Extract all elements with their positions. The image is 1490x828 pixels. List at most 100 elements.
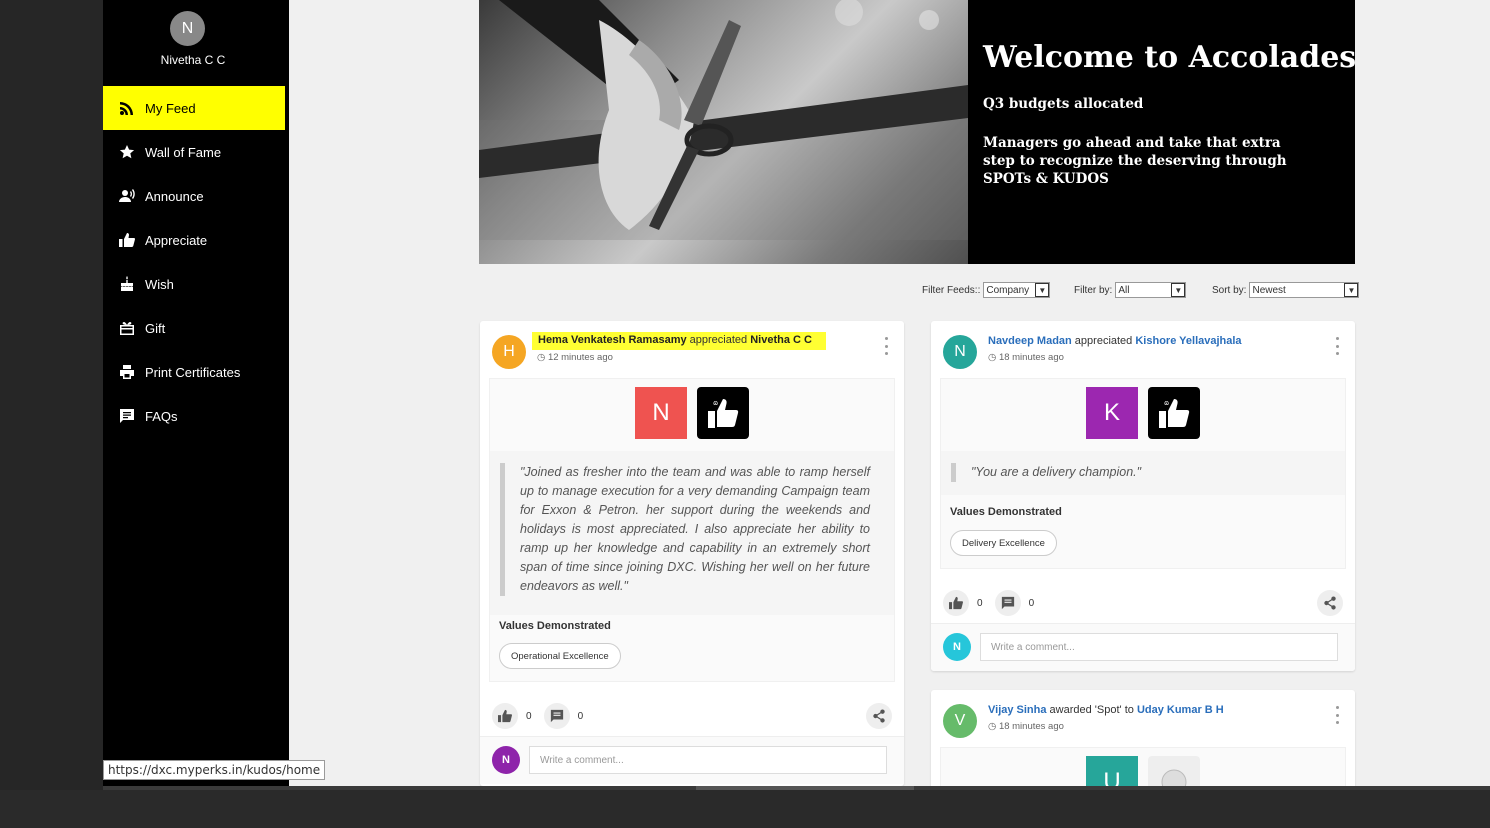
post-time: ◷ 18 minutes ago bbox=[988, 352, 1064, 363]
kudos-badge-icon: ɷ bbox=[697, 387, 749, 439]
share-icon bbox=[1324, 596, 1336, 610]
chevron-down-icon: ▼ bbox=[1035, 283, 1050, 297]
filter-feeds-label: Filter Feeds:: bbox=[922, 284, 981, 296]
sidebar-item-faqs[interactable]: FAQs bbox=[103, 394, 285, 438]
quote-area: "You are a delivery champion." bbox=[941, 451, 1345, 495]
sidebar-item-appreciate[interactable]: Appreciate bbox=[103, 218, 285, 262]
sidebar-item-label: Gift bbox=[145, 320, 166, 336]
left-margin bbox=[0, 0, 103, 790]
comment-icon bbox=[550, 709, 563, 723]
avatar[interactable]: H bbox=[492, 335, 526, 369]
target-link[interactable]: Kishore Yellavajhala bbox=[1135, 335, 1241, 347]
sidebar-item-my-feed[interactable]: My Feed bbox=[103, 86, 285, 130]
spot-award-icon bbox=[1148, 756, 1200, 786]
card-header: V Vijay Sinha awarded 'Spot' to Uday Kum… bbox=[943, 702, 1345, 742]
post-time: ◷ 18 minutes ago bbox=[988, 721, 1064, 732]
svg-text:ɷ: ɷ bbox=[713, 399, 718, 407]
thumbs-up-icon bbox=[498, 709, 512, 723]
svg-text:ɷ: ɷ bbox=[1164, 399, 1169, 407]
avatar[interactable]: V bbox=[943, 704, 977, 738]
comment-input[interactable]: Write a comment... bbox=[529, 746, 887, 774]
share-button[interactable] bbox=[1317, 590, 1343, 616]
card-header: N Navdeep Madan appreciated Kishore Yell… bbox=[943, 333, 1345, 373]
commenter-avatar: N bbox=[943, 633, 971, 661]
card-header: H Hema Venkatesh Ramasamy appreciated Ni… bbox=[492, 332, 894, 373]
sidebar-item-announce[interactable]: Announce bbox=[103, 174, 285, 218]
actor-link[interactable]: Hema Venkatesh Ramasamy bbox=[538, 334, 687, 346]
print-icon bbox=[118, 364, 136, 380]
ribbon-cutting-image bbox=[479, 0, 968, 264]
post-actions: 0 0 bbox=[943, 590, 1343, 616]
like-button[interactable] bbox=[943, 590, 969, 616]
filter-by-select[interactable]: All ▼ bbox=[1115, 282, 1187, 298]
post-headline: Hema Venkatesh Ramasamy appreciated Nive… bbox=[532, 332, 826, 350]
more-options-icon[interactable] bbox=[1331, 337, 1343, 355]
tiles-row: N ɷ bbox=[490, 387, 894, 441]
kudos-badge-icon: ɷ bbox=[1148, 387, 1200, 439]
sidebar-item-wish[interactable]: Wish bbox=[103, 262, 285, 306]
sidebar-item-label: My Feed bbox=[145, 100, 196, 116]
recipient-tile: U bbox=[1086, 756, 1138, 786]
appreciation-quote: "You are a delivery champion." bbox=[951, 463, 1321, 482]
sidebar-item-print-certificates[interactable]: Print Certificates bbox=[103, 350, 285, 394]
post-time: ◷ 12 minutes ago bbox=[537, 352, 613, 363]
appreciation-quote: "Joined as fresher into the team and was… bbox=[500, 463, 870, 596]
recipient-tile: K bbox=[1086, 387, 1138, 439]
comment-icon bbox=[1001, 596, 1014, 610]
scrollbar-thumb[interactable] bbox=[696, 786, 914, 790]
sidebar-item-label: Appreciate bbox=[145, 232, 208, 248]
browser-frame: N Nivetha C C My Feed Wall of Fame Annou… bbox=[0, 0, 1490, 828]
user-name: Nivetha C C bbox=[160, 53, 226, 67]
avatar[interactable]: N bbox=[943, 335, 977, 369]
sort-by-label: Sort by: bbox=[1212, 284, 1247, 296]
cake-icon bbox=[118, 276, 136, 292]
commenter-avatar: N bbox=[492, 746, 520, 774]
post-headline: Vijay Sinha awarded 'Spot' to Uday Kumar… bbox=[988, 704, 1224, 716]
share-button[interactable] bbox=[866, 703, 892, 729]
recipient-tile: N bbox=[635, 387, 687, 439]
star-icon bbox=[118, 144, 136, 160]
value-chip[interactable]: Operational Excellence bbox=[499, 643, 621, 669]
thumbs-up-icon bbox=[118, 232, 136, 248]
actor-link[interactable]: Vijay Sinha bbox=[988, 704, 1047, 716]
value-chip[interactable]: Delivery Excellence bbox=[950, 530, 1057, 556]
feed-card: H Hema Venkatesh Ramasamy appreciated Ni… bbox=[480, 321, 904, 786]
sort-by: Sort by: Newest ▼ bbox=[1212, 282, 1360, 298]
comment-row: N Write a comment... bbox=[480, 736, 904, 784]
target-link[interactable]: Nivetha C C bbox=[750, 334, 812, 346]
gift-icon bbox=[118, 320, 136, 336]
filter-feeds: Filter Feeds:: Company ▼ bbox=[922, 282, 1051, 298]
feed-card: N Navdeep Madan appreciated Kishore Yell… bbox=[931, 321, 1355, 671]
actor-link[interactable]: Navdeep Madan bbox=[988, 335, 1072, 347]
horizontal-scrollbar[interactable] bbox=[103, 786, 1490, 790]
chevron-down-icon: ▼ bbox=[1171, 283, 1186, 297]
sort-by-select[interactable]: Newest ▼ bbox=[1249, 282, 1360, 298]
post-body: K ɷ "You are a delivery champion." Value… bbox=[940, 378, 1346, 569]
thumbs-up-icon bbox=[949, 596, 963, 610]
target-link[interactable]: Uday Kumar B H bbox=[1137, 704, 1224, 716]
feed-card: V Vijay Sinha awarded 'Spot' to Uday Kum… bbox=[931, 690, 1355, 786]
comment-input[interactable]: Write a comment... bbox=[980, 633, 1338, 661]
share-icon bbox=[873, 709, 885, 723]
sidebar-item-wall-of-fame[interactable]: Wall of Fame bbox=[103, 130, 285, 174]
post-actions: 0 0 bbox=[492, 703, 892, 729]
filter-feeds-select[interactable]: Company ▼ bbox=[983, 282, 1051, 298]
sidebar-item-label: Print Certificates bbox=[145, 364, 241, 380]
comment-count: 0 bbox=[1028, 597, 1035, 609]
banner-title: Welcome to Accolades bbox=[983, 40, 1355, 75]
rss-icon bbox=[118, 100, 136, 116]
chevron-down-icon: ▼ bbox=[1344, 283, 1359, 297]
like-button[interactable] bbox=[492, 703, 518, 729]
comment-button[interactable] bbox=[543, 703, 570, 729]
quote-area: "Joined as fresher into the team and was… bbox=[490, 451, 894, 615]
sidebar-nav: My Feed Wall of Fame Announce Appreciate… bbox=[103, 86, 285, 438]
announce-icon bbox=[118, 188, 136, 204]
more-options-icon[interactable] bbox=[1331, 706, 1343, 724]
faq-icon bbox=[118, 408, 136, 424]
user-avatar[interactable]: N bbox=[170, 11, 205, 46]
values-title: Values Demonstrated bbox=[950, 506, 1062, 518]
sidebar-item-gift[interactable]: Gift bbox=[103, 306, 285, 350]
filter-by-label: Filter by: bbox=[1074, 284, 1113, 296]
comment-button[interactable] bbox=[994, 590, 1021, 616]
more-options-icon[interactable] bbox=[880, 337, 892, 355]
